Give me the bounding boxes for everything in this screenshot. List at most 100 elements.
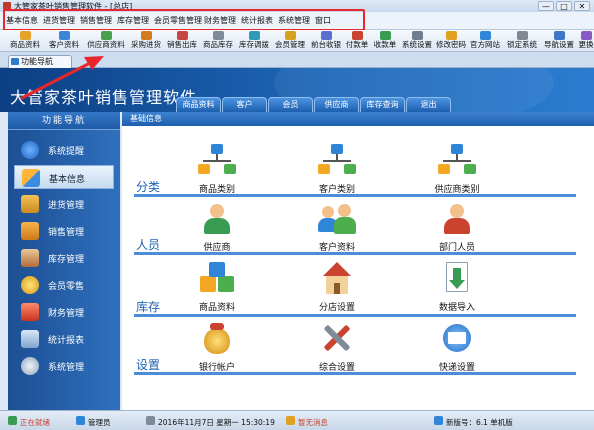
message-icon xyxy=(286,416,295,425)
item-supplier-category[interactable]: 供应商类别 xyxy=(412,144,502,202)
banner-tab-supplier[interactable]: 供应商 xyxy=(314,97,359,112)
item-bank-account[interactable]: 银行帐户 xyxy=(172,322,262,380)
box-in-icon xyxy=(21,195,39,213)
tool-member-manage[interactable]: 会员管理 xyxy=(272,31,308,51)
sidebar-item-system-reminder[interactable]: 系统提醒 xyxy=(14,138,114,162)
tool-payment[interactable]: 付款单 xyxy=(344,31,370,51)
item-customer-category[interactable]: 客户类别 xyxy=(292,144,382,202)
banner-title: 大管家茶叶销售管理软件 xyxy=(10,88,198,107)
gift-icon xyxy=(21,303,39,321)
section-label-settings: 设置 xyxy=(136,358,161,372)
clock-icon xyxy=(146,416,155,425)
main-header: 基础信息 xyxy=(122,112,594,126)
sidebar-item-basic-info[interactable]: 基本信息 xyxy=(14,165,114,189)
banner-tabs: 商品资料 客户 会员 供应商 库存查询 退出 xyxy=(176,97,452,112)
member-icon xyxy=(284,31,296,40)
tool-receipt[interactable]: 收款单 xyxy=(372,31,398,51)
box-out-icon xyxy=(21,222,39,240)
banner: 大管家茶叶销售管理软件 商品资料 客户 会员 供应商 库存查询 退出 xyxy=(0,68,594,112)
item-customer-info[interactable]: 客户资料 xyxy=(292,202,382,260)
sidebar-title: 功能导航 xyxy=(8,112,120,130)
sidebar: 功能导航 系统提醒 基本信息 进货管理 销售管理 库存管理 会员零售 财务管理 … xyxy=(8,112,120,410)
customer-icon xyxy=(58,31,70,40)
sidebar-item-member-retail[interactable]: 会员零售 xyxy=(14,273,114,297)
sidebar-item-inventory[interactable]: 库存管理 xyxy=(14,246,114,270)
close-button[interactable]: ✕ xyxy=(574,1,590,11)
menu-window[interactable]: 窗口 xyxy=(315,15,331,26)
sidebar-item-finance[interactable]: 财务管理 xyxy=(14,300,114,324)
nav-settings-icon xyxy=(553,31,565,40)
tool-change-password[interactable]: 修改密码 xyxy=(434,31,468,51)
tree-icon xyxy=(318,144,356,178)
banner-tab-exit[interactable]: 退出 xyxy=(406,97,451,112)
item-branch-settings[interactable]: 分店设置 xyxy=(292,262,382,320)
banner-tab-stock-query[interactable]: 库存查询 xyxy=(360,97,405,112)
item-data-import[interactable]: 数据导入 xyxy=(412,262,502,320)
menu-sales[interactable]: 销售管理 xyxy=(80,15,112,26)
status-icon xyxy=(8,416,17,425)
menu-member-retail[interactable]: 会员零售管理 xyxy=(154,15,202,26)
payment-icon xyxy=(351,31,363,40)
coins-icon xyxy=(21,276,39,294)
tool-system-settings[interactable]: 系统设置 xyxy=(400,31,434,51)
banner-tab-member[interactable]: 会员 xyxy=(268,97,313,112)
tool-lock-system[interactable]: 锁定系统 xyxy=(504,31,540,51)
item-express-settings[interactable]: 快递设置 xyxy=(412,322,502,380)
tree-icon xyxy=(198,144,236,178)
version-icon xyxy=(434,416,443,425)
status-version: 新版号：6.1 单机版 xyxy=(446,418,513,427)
stock-icon xyxy=(212,31,224,40)
info-icon xyxy=(21,141,39,159)
menu-basic-info[interactable]: 基本信息 xyxy=(6,15,38,26)
lock-icon xyxy=(516,31,528,40)
menu-inventory[interactable]: 库存管理 xyxy=(117,15,149,26)
sidebar-item-system[interactable]: 系统管理 xyxy=(14,354,114,378)
menu-system[interactable]: 系统管理 xyxy=(278,15,310,26)
section-label-stock: 库存 xyxy=(136,300,161,314)
import-icon xyxy=(438,262,476,296)
tool-switch[interactable]: 更换 xyxy=(578,31,594,51)
maximize-button[interactable]: □ xyxy=(556,1,572,11)
banner-tab-product[interactable]: 商品资料 xyxy=(176,97,221,112)
tool-cashier[interactable]: 前台收银 xyxy=(308,31,344,51)
tab-function-nav[interactable]: 功能导航 xyxy=(8,55,72,68)
settings-icon xyxy=(411,31,423,40)
house-icon xyxy=(318,262,356,296)
status-user: 管理员 xyxy=(88,418,111,427)
tool-nav-settings[interactable]: 导航设置 xyxy=(542,31,576,51)
item-product-category[interactable]: 商品类别 xyxy=(172,144,262,202)
status-bar: 正在就绪 管理员 2016年11月7日 星期一 15:30:19 暂无消息 新版… xyxy=(0,410,594,430)
mail-icon xyxy=(438,322,476,356)
title-bar: 大管家茶叶销售管理软件 - [总店] — □ ✕ xyxy=(0,0,594,12)
tool-product-info[interactable]: 商品资料 xyxy=(6,31,44,51)
menu-finance[interactable]: 财务管理 xyxy=(204,15,236,26)
status-message: 暂无消息 xyxy=(298,418,328,427)
sidebar-item-reports[interactable]: 统计报表 xyxy=(14,327,114,351)
tool-official-site[interactable]: 官方网站 xyxy=(468,31,502,51)
cashier-icon xyxy=(320,31,332,40)
item-department-staff[interactable]: 部门人员 xyxy=(412,202,502,260)
sidebar-item-sales[interactable]: 销售管理 xyxy=(14,219,114,243)
menu-reports[interactable]: 统计报表 xyxy=(241,15,273,26)
minimize-button[interactable]: — xyxy=(538,1,554,11)
user-icon xyxy=(76,416,85,425)
tool-purchase-in[interactable]: 采购进货 xyxy=(128,31,164,51)
sidebar-item-purchase[interactable]: 进货管理 xyxy=(14,192,114,216)
transfer-icon xyxy=(248,31,260,40)
item-product-info[interactable]: 商品资料 xyxy=(172,262,262,320)
tool-stock-transfer[interactable]: 库存调拨 xyxy=(236,31,272,51)
menu-purchase[interactable]: 进货管理 xyxy=(43,15,75,26)
item-general-settings[interactable]: 综合设置 xyxy=(292,322,382,380)
product-icon xyxy=(19,31,31,40)
supplier-icon xyxy=(100,31,112,40)
banner-tab-customer[interactable]: 客户 xyxy=(222,97,267,112)
nav-tab-icon xyxy=(11,58,19,65)
tool-sales-out[interactable]: 销售出库 xyxy=(164,31,200,51)
tree-icon xyxy=(438,144,476,178)
section-label-category: 分类 xyxy=(136,180,161,194)
tool-customer-info[interactable]: 客户资料 xyxy=(46,31,82,51)
main-panel: 基础信息 分类 商品类别 客户类别 供应商类别 人员 供应商 客户资料 部门人员… xyxy=(122,112,594,410)
item-supplier[interactable]: 供应商 xyxy=(172,202,262,260)
tool-product-stock[interactable]: 商品库存 xyxy=(200,31,236,51)
tool-supplier-info[interactable]: 供应商资料 xyxy=(84,31,128,51)
